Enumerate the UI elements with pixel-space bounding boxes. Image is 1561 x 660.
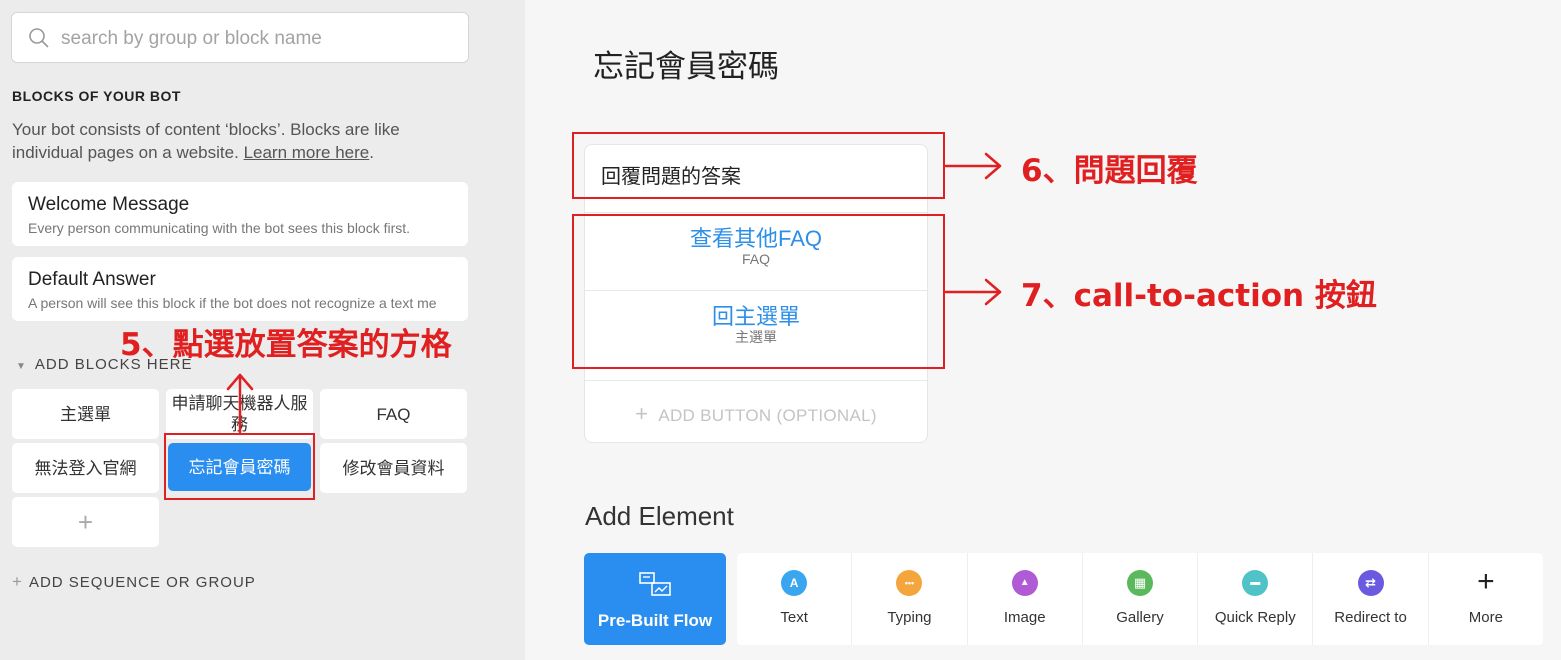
annotation-step-6: 6、問題回覆 [1021, 153, 1198, 189]
annotation-step-5: 5、點選放置答案的方格 [120, 327, 452, 363]
annotation-step-7: 7、call-to-action 按鈕 [1021, 278, 1377, 314]
